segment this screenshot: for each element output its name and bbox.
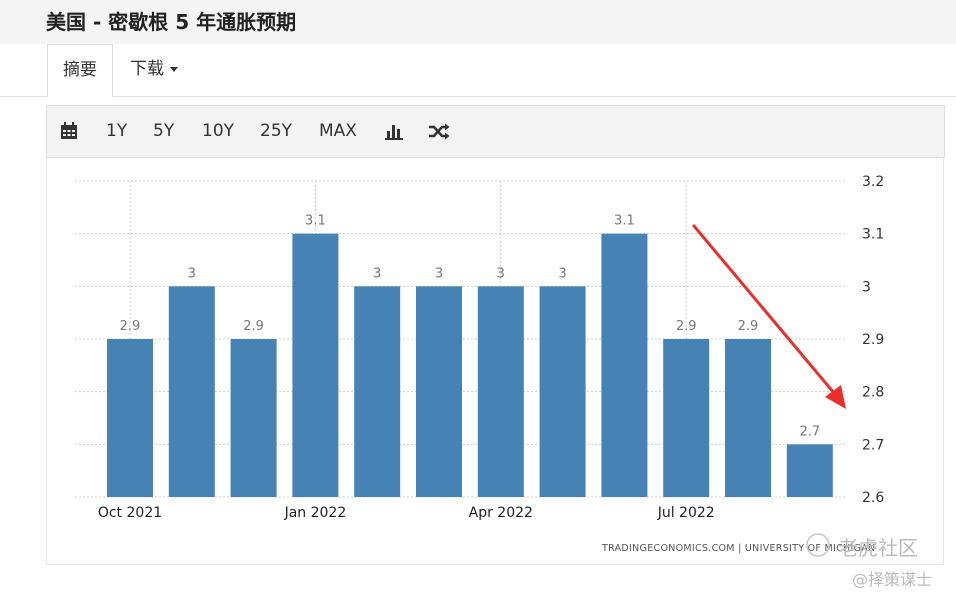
tab-download[interactable]: 下载: [130, 44, 178, 96]
tab-download-label: 下载: [130, 59, 164, 79]
title-bar: 美国 - 密歇根 5 年通胀预期: [0, 0, 956, 45]
chevron-down-icon: [170, 66, 178, 72]
range-max-button[interactable]: MAX: [319, 106, 357, 157]
chart-toolbar: 1Y 5Y 10Y 25Y MAX: [46, 105, 945, 158]
calendar-icon[interactable]: [60, 122, 78, 140]
page-title: 美国 - 密歇根 5 年通胀预期: [46, 10, 297, 34]
watermark-author: @择策谋士: [852, 570, 933, 589]
range-25y-button[interactable]: 25Y: [260, 106, 292, 157]
range-5y-button[interactable]: 5Y: [153, 106, 174, 157]
tab-bar: 摘要 下载: [0, 44, 956, 97]
bar-chart-icon[interactable]: [385, 123, 403, 140]
watermark-community: 老虎社区: [838, 536, 918, 560]
tab-summary[interactable]: 摘要: [47, 44, 113, 97]
shuffle-icon[interactable]: [428, 123, 450, 140]
range-10y-button[interactable]: 10Y: [202, 106, 234, 157]
range-1y-button[interactable]: 1Y: [106, 106, 127, 157]
chart-panel: [46, 105, 944, 565]
